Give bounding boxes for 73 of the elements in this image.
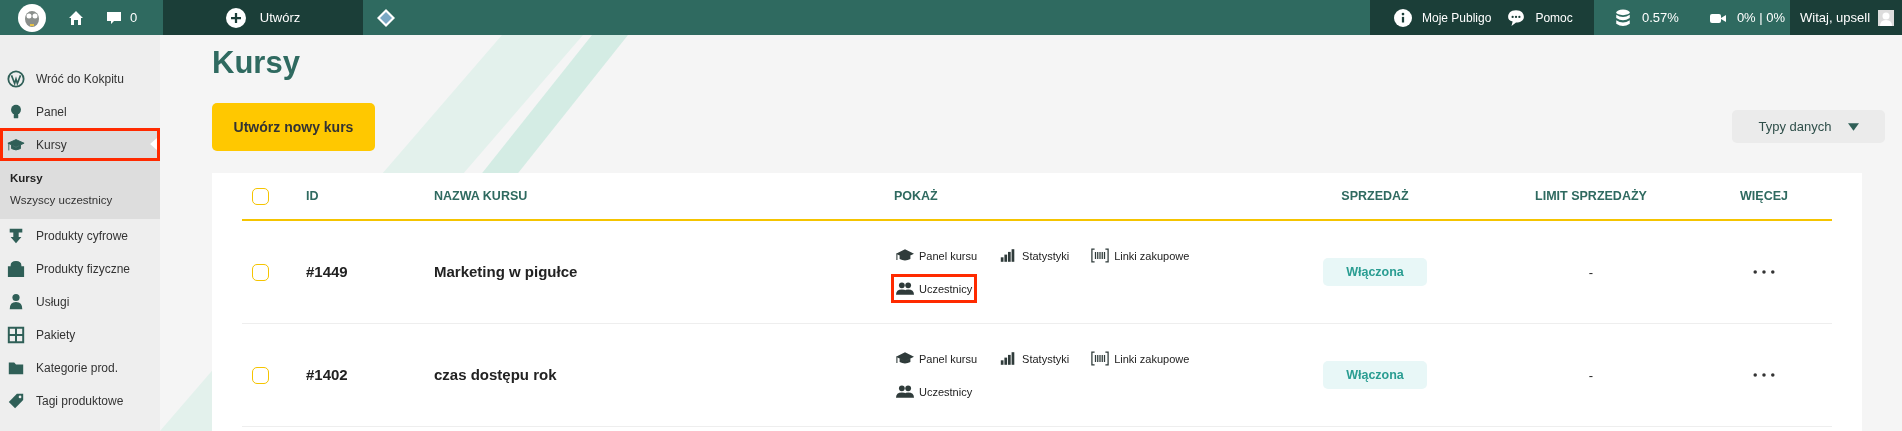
database-icon (1614, 8, 1632, 27)
column-header: ID (306, 189, 319, 203)
page-title: Kursy (212, 44, 301, 82)
create-button[interactable]: Utwórz (163, 0, 363, 35)
submenu-item[interactable]: Wszyscy uczestnicy (0, 189, 160, 211)
topbar-link[interactable]: Pomoc (1507, 8, 1573, 27)
sidebar-item[interactable]: Wróć do Kokpitu (0, 62, 160, 95)
action-link[interactable]: Linki zakupowe (1089, 347, 1192, 370)
column-header: LIMIT SPRZEDAŻY (1535, 189, 1647, 203)
users-icon (896, 281, 914, 296)
course-id: #1449 (306, 263, 348, 280)
comment-icon[interactable] (106, 9, 122, 26)
checkbox[interactable] (252, 263, 269, 281)
action-link[interactable]: Linki zakupowe (1089, 244, 1192, 267)
checkbox[interactable] (252, 187, 269, 205)
topbar-link[interactable]: Moje Publigo (1394, 8, 1492, 27)
comments-count: 0 (130, 10, 138, 25)
download-icon (7, 226, 25, 245)
column-header: POKAŻ (894, 189, 938, 203)
course-id: #1402 (306, 366, 348, 383)
caret-icon (1847, 122, 1859, 131)
sidebar-item[interactable]: Produkty fizyczne (0, 252, 160, 285)
plus-icon (225, 7, 246, 28)
usage-stat: 0.57% (1642, 10, 1679, 25)
create-course-button[interactable]: Utwórz nowy kurs (212, 103, 375, 151)
tag-icon (7, 391, 25, 410)
chat-icon (1507, 8, 1526, 27)
graduation-cap-icon (896, 351, 914, 366)
wordpress-icon (7, 69, 25, 88)
sidebar-item[interactable]: Kursy (0, 128, 160, 161)
bag-icon (7, 259, 25, 278)
sidebar-item[interactable]: Produkty cyfrowe (0, 219, 160, 252)
topbar-link-label[interactable]: Pomoc (1535, 10, 1573, 25)
table-cell: - (1588, 264, 1594, 280)
sidebar-item[interactable]: Usługi (0, 285, 160, 318)
status-badge: Włączona (1323, 361, 1427, 389)
sidebar-item[interactable]: Kategorie prod. (0, 351, 160, 384)
barcode-icon (1091, 248, 1110, 263)
graduation-cap-icon (896, 248, 914, 263)
action-link[interactable]: Uczestnicy (894, 380, 975, 403)
action-link[interactable]: Statystyki (997, 244, 1072, 267)
more-icon[interactable] (1753, 372, 1775, 378)
checkbox[interactable] (252, 366, 269, 384)
sidebar-item[interactable]: Panel (0, 95, 160, 128)
table-cell: - (1588, 367, 1594, 383)
owl-logo-icon[interactable] (18, 3, 46, 32)
column-header: SPRZEDAŻ (1341, 189, 1409, 203)
usage-stat: 0% | 0% (1736, 10, 1786, 25)
more-icon[interactable] (1753, 269, 1775, 275)
action-link[interactable]: Panel kursu (894, 244, 980, 267)
column-header: NAZWA KURSU (434, 189, 528, 203)
action-link[interactable]: Statystyki (997, 347, 1072, 370)
submenu-item[interactable]: Kursy (0, 167, 160, 189)
users-icon (896, 384, 914, 399)
pointer-icon (150, 138, 157, 150)
course-name[interactable]: czas dostępu rok (434, 366, 557, 383)
person-icon (7, 292, 25, 311)
avatar-icon[interactable] (1878, 9, 1895, 26)
greeting: Witaj, upsell (1800, 10, 1871, 25)
topbar-link-label[interactable]: Moje Publigo (1422, 10, 1492, 25)
barcode-icon (1091, 351, 1110, 366)
column-header: WIĘCEJ (1740, 189, 1788, 203)
sidebar-item[interactable]: Tagi produktowe (0, 384, 160, 417)
action-link[interactable]: Panel kursu (894, 347, 980, 370)
home-icon[interactable] (68, 9, 84, 26)
data-types-dropdown[interactable]: Typy danych (1732, 110, 1885, 143)
status-badge: Włączona (1323, 258, 1427, 286)
grid-icon (7, 325, 25, 344)
action-link[interactable]: Uczestnicy (894, 277, 975, 300)
sidebar-item[interactable]: Pakiety (0, 318, 160, 351)
info-icon (1394, 8, 1412, 27)
course-name[interactable]: Marketing w pigułce (434, 263, 578, 280)
diamond-icon[interactable] (376, 7, 396, 28)
